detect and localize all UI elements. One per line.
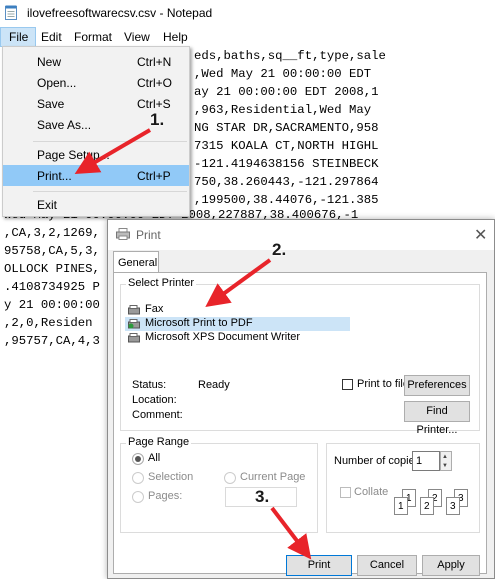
annotation-arrows xyxy=(74,128,312,560)
annotation-step-2: 2. xyxy=(272,240,287,259)
annotation-step-1: 1. xyxy=(150,110,165,129)
annotation-arrow-2 xyxy=(205,258,272,308)
annotation-arrow-1 xyxy=(74,128,152,175)
annotation-step-3: 3. xyxy=(255,487,270,506)
annotation-arrow-3 xyxy=(270,506,312,560)
